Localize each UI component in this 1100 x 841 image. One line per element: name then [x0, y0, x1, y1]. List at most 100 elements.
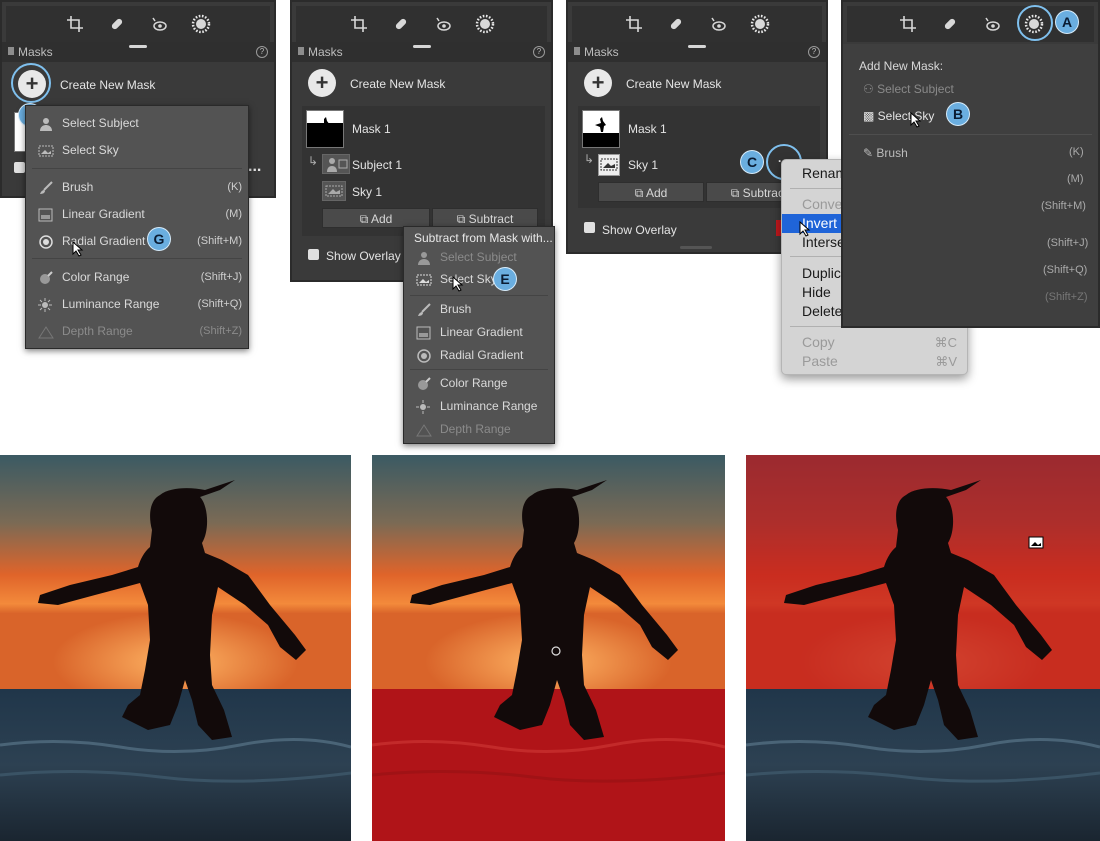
menu-linear-gradient[interactable]: Linear Gradient — [404, 321, 554, 343]
sky1-label[interactable]: Sky 1 — [628, 158, 658, 172]
sky1-label[interactable]: Sky 1 — [352, 185, 382, 199]
select-sky-icon — [38, 143, 54, 157]
heal-icon[interactable] — [107, 14, 127, 34]
show-overlay-checkbox[interactable] — [14, 162, 25, 173]
sky1-thumbnail[interactable] — [322, 181, 346, 201]
tool-strip — [6, 6, 270, 42]
menu-depth-range: Depth Range (Shift+Z) — [26, 320, 248, 342]
badge-a: A — [1056, 11, 1078, 33]
add-button[interactable]: ⧉ Add — [598, 182, 704, 202]
subtract-button[interactable]: ⧉ Subtract — [432, 208, 538, 228]
create-new-mask-label[interactable]: Create New Mask — [350, 77, 445, 91]
show-overlay-checkbox[interactable] — [308, 249, 319, 260]
brush-icon — [38, 180, 54, 194]
subject1-label[interactable]: Subject 1 — [352, 158, 402, 172]
menu-radial-gradient[interactable]: Radial Gradient — [404, 344, 554, 366]
create-mask-button[interactable]: + — [308, 69, 336, 97]
create-mask-menu: Select Subject Select Sky Brush (K) Linea… — [25, 105, 249, 349]
drag-handle[interactable] — [129, 45, 147, 48]
create-new-mask-label[interactable]: Create New Mask — [60, 78, 155, 92]
create-new-mask-label[interactable]: Create New Mask — [626, 77, 721, 91]
menu-select-sky[interactable]: Select Sky — [404, 268, 554, 290]
cursor-arrow — [452, 276, 464, 292]
help-icon[interactable]: ? — [533, 46, 545, 58]
mask1-label[interactable]: Mask 1 — [352, 122, 391, 136]
subject1-thumbnail[interactable] — [322, 154, 350, 174]
menu-color-range[interactable]: Color Range (Shift+J) — [26, 266, 248, 288]
masks-header: Masks? — [2, 42, 274, 62]
menu-select-subject: Select Subject — [404, 246, 554, 268]
tool-strip — [572, 6, 822, 42]
show-overlay-label[interactable]: Show Overlay — [326, 249, 401, 263]
menu-linear-gradient[interactable]: Linear Gradient (M) — [26, 203, 248, 225]
select-sky-icon: ▩ — [863, 109, 878, 123]
menu-select-subject[interactable]: Select Subject — [26, 112, 248, 134]
cursor-arrow — [910, 112, 922, 128]
linear-gradient-icon — [416, 325, 432, 340]
menu-select-sky[interactable]: Select Sky — [26, 139, 248, 161]
select-subject-icon — [38, 116, 54, 131]
subtract-icon: ⧉ — [456, 212, 469, 226]
depth-range-icon — [38, 324, 54, 339]
masking-icon[interactable] — [750, 14, 770, 34]
select-subject-item[interactable]: ⚇ Select Subject — [863, 82, 954, 96]
masking-icon[interactable] — [475, 14, 495, 34]
masks-header: Masks? — [568, 42, 826, 62]
mask1-thumbnail[interactable] — [306, 110, 344, 148]
photo-inverted-overlay — [746, 455, 1100, 841]
heal-icon[interactable] — [940, 14, 960, 34]
color-range-icon — [38, 270, 54, 284]
create-mask-button[interactable]: + — [584, 69, 612, 97]
subtract-menu: Subtract from Mask with... Select Subjec… — [403, 226, 555, 444]
crop-icon[interactable] — [624, 14, 644, 34]
masks-title: Masks — [584, 45, 619, 59]
badge-c: C — [741, 151, 763, 173]
add-button[interactable]: ⧉ Add — [322, 208, 430, 228]
crop-icon[interactable] — [65, 14, 85, 34]
mask1-label[interactable]: Mask 1 — [628, 122, 667, 136]
menu-brush[interactable]: Brush — [404, 298, 554, 320]
masks-title: Masks — [308, 45, 343, 59]
child-arrow-icon: ↳ — [584, 152, 595, 166]
menu-brush[interactable]: Brush (K) — [26, 176, 248, 198]
redeye-icon[interactable] — [708, 14, 728, 34]
redeye-icon[interactable] — [982, 14, 1002, 34]
select-subject-icon: ⚇ — [863, 82, 878, 96]
redeye-icon[interactable] — [433, 14, 453, 34]
badge-e: E — [494, 268, 516, 290]
heal-icon[interactable] — [391, 14, 411, 34]
mask1-thumbnail[interactable] — [582, 110, 620, 148]
subtract-icon: ⧉ — [730, 186, 743, 200]
show-overlay-label[interactable]: Show Overlay — [602, 223, 677, 237]
cursor-arrow — [799, 221, 811, 237]
masks-title: Masks — [18, 45, 53, 59]
show-overlay-checkbox[interactable] — [584, 222, 595, 233]
help-icon[interactable]: ? — [256, 46, 268, 58]
cursor-arrow — [72, 241, 84, 257]
more-options[interactable]: ... — [248, 158, 261, 176]
luminance-range-icon — [416, 399, 432, 414]
drag-handle[interactable] — [688, 45, 706, 48]
radial-gradient-icon — [416, 348, 432, 363]
brush-item[interactable]: ✎ Brush — [863, 146, 908, 160]
menu-radial-gradient[interactable]: Radial Gradient (Shift+M) — [26, 230, 248, 252]
crop-icon[interactable] — [898, 14, 918, 34]
add-icon: ⧉ — [634, 186, 646, 200]
masking-icon[interactable] — [191, 14, 211, 34]
drag-handle[interactable] — [412, 45, 431, 48]
highlight-ring-f — [11, 63, 51, 103]
help-icon[interactable]: ? — [808, 46, 820, 58]
badge-b: B — [947, 103, 969, 125]
menu-luminance-range[interactable]: Luminance Range — [404, 395, 554, 417]
select-sky-icon — [416, 272, 432, 286]
menu-color-range[interactable]: Color Range — [404, 372, 554, 394]
redeye-icon[interactable] — [149, 14, 169, 34]
sky1-thumbnail[interactable] — [598, 154, 620, 176]
brush-icon — [416, 302, 432, 316]
crop-icon[interactable] — [349, 14, 369, 34]
menu-copy: Copy ⌘C — [802, 334, 957, 350]
heal-icon[interactable] — [666, 14, 686, 34]
luminance-range-icon — [38, 297, 54, 312]
menu-luminance-range[interactable]: Luminance Range (Shift+Q) — [26, 293, 248, 315]
select-sky-item[interactable]: ▩ Select Sky — [863, 109, 934, 123]
